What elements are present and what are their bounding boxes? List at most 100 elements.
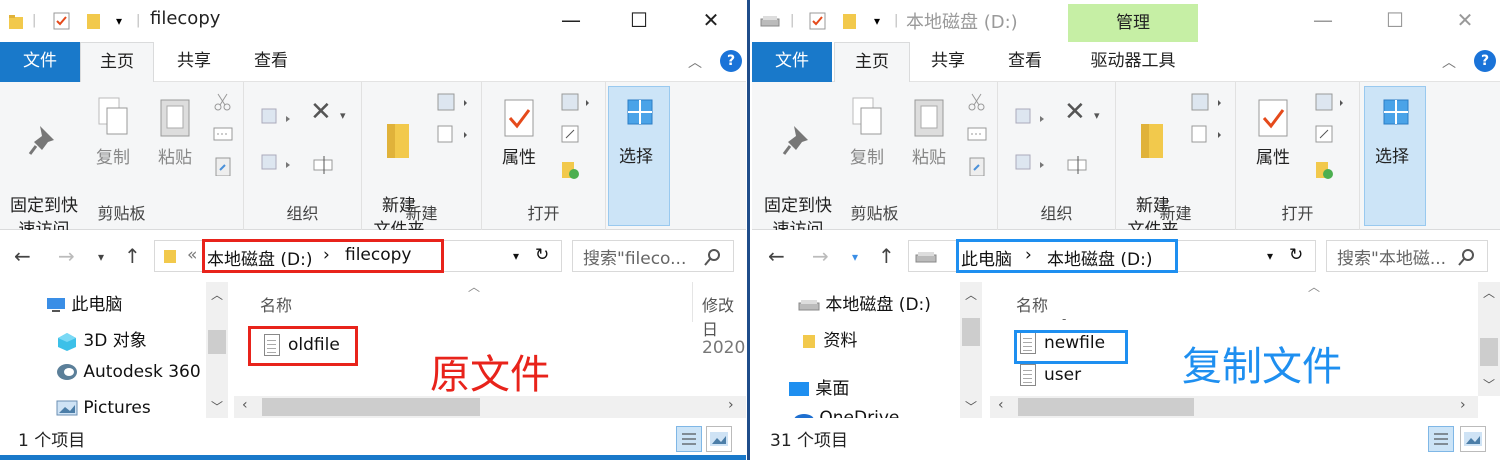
quick-access-dropdown-icon[interactable]: ▾ <box>874 11 880 31</box>
tab-home[interactable]: 主页 <box>834 42 910 83</box>
tab-home[interactable]: 主页 <box>80 42 154 83</box>
delete-icon[interactable]: ✕ <box>310 99 332 125</box>
column-header-name[interactable]: 名称 <box>1016 292 1048 316</box>
rename-icon[interactable] <box>312 154 336 174</box>
tab-share[interactable]: 共享 <box>158 42 230 82</box>
nav-item-local-disk[interactable]: 本地磁盘 (D:) <box>798 290 931 315</box>
scroll-left-icon[interactable]: ‹ <box>998 397 1004 413</box>
scroll-thumb[interactable] <box>1018 398 1194 416</box>
column-header-modified[interactable]: 修改日 <box>702 292 746 340</box>
help-button[interactable]: ? <box>1474 50 1496 72</box>
edit-icon[interactable] <box>560 124 582 144</box>
open-icon[interactable] <box>1314 92 1348 112</box>
minimize-button[interactable]: — <box>548 0 594 42</box>
scroll-up-icon[interactable]: ︿ <box>211 286 223 303</box>
nav-item-3d-objects[interactable]: 3D 对象 <box>56 326 147 351</box>
recent-dropdown-icon[interactable]: ▾ <box>852 250 858 264</box>
paste-shortcut-icon[interactable] <box>212 156 234 176</box>
copy-to-icon[interactable] <box>260 152 296 172</box>
rename-icon[interactable] <box>1066 154 1090 174</box>
refresh-icon[interactable]: ↻ <box>1289 245 1303 265</box>
back-icon[interactable]: ← <box>768 244 785 268</box>
scroll-thumb[interactable] <box>962 318 980 346</box>
forward-icon[interactable]: → <box>58 244 75 268</box>
properties-quick-icon[interactable] <box>52 11 72 31</box>
nav-scrollbar[interactable]: ︿ ﹀ <box>206 282 228 418</box>
delete-dropdown-icon[interactable]: ▾ <box>340 104 346 128</box>
address-dropdown-icon[interactable]: ▾ <box>1267 249 1273 263</box>
tab-file[interactable]: 文件 <box>752 42 832 82</box>
breadcrumb-overflow[interactable]: « <box>187 245 197 265</box>
nav-scrollbar[interactable]: ︿ ﹀ <box>960 282 982 418</box>
easy-access-icon[interactable] <box>1190 124 1224 144</box>
paste-shortcut-icon[interactable] <box>966 156 988 176</box>
tab-drive-tools[interactable]: 驱动器工具 <box>1068 42 1198 82</box>
tab-view[interactable]: 查看 <box>988 42 1062 82</box>
new-item-icon[interactable] <box>436 92 470 112</box>
list-scrollbar[interactable]: ︿ ﹀ <box>1478 282 1500 396</box>
help-button[interactable]: ? <box>720 50 742 72</box>
up-icon[interactable]: ↑ <box>124 244 141 268</box>
list-item-partial[interactable]: - <box>1062 312 1066 326</box>
scroll-thumb[interactable] <box>1480 338 1498 366</box>
address-dropdown-icon[interactable]: ▾ <box>513 249 519 263</box>
close-button[interactable]: ✕ <box>688 0 734 42</box>
list-item[interactable]: user <box>1020 364 1081 386</box>
history-icon[interactable] <box>1314 160 1336 180</box>
select-button[interactable]: 选择 <box>1364 86 1426 226</box>
maximize-button[interactable]: ☐ <box>616 0 662 42</box>
easy-access-icon[interactable] <box>436 124 470 144</box>
collapse-ribbon-icon[interactable]: ︿ <box>688 52 702 72</box>
scroll-down-icon[interactable]: ﹀ <box>965 398 977 415</box>
delete-dropdown-icon[interactable]: ▾ <box>1094 104 1100 128</box>
select-button[interactable]: 选择 <box>608 86 670 226</box>
copy-button[interactable]: 复制 <box>842 96 892 170</box>
large-icons-view-button[interactable] <box>706 426 732 452</box>
nav-item-pictures[interactable]: Pictures <box>56 398 151 418</box>
nav-item-autodesk[interactable]: Autodesk 360 <box>56 362 201 382</box>
horizontal-scrollbar[interactable]: ‹ › <box>990 396 1478 418</box>
history-icon[interactable] <box>560 160 582 180</box>
minimize-button[interactable]: — <box>1300 0 1346 42</box>
collapse-ribbon-icon[interactable]: ︿ <box>1442 52 1456 72</box>
new-item-icon[interactable] <box>1190 92 1224 112</box>
move-to-icon[interactable] <box>1014 106 1050 126</box>
scroll-left-icon[interactable]: ‹ <box>242 397 248 413</box>
scroll-down-icon[interactable]: ﹀ <box>1483 376 1495 393</box>
cut-icon[interactable] <box>212 92 234 112</box>
new-folder-quick-icon[interactable] <box>842 11 858 31</box>
properties-quick-icon[interactable] <box>808 11 828 31</box>
open-icon[interactable] <box>560 92 594 112</box>
properties-button[interactable]: 属性 <box>1246 96 1300 170</box>
details-view-button[interactable] <box>676 426 702 452</box>
properties-button[interactable]: 属性 <box>492 96 546 170</box>
new-folder-quick-icon[interactable] <box>86 11 102 31</box>
move-to-icon[interactable] <box>260 106 296 126</box>
tab-view[interactable]: 查看 <box>234 42 308 82</box>
nav-item-this-pc[interactable]: 此电脑 <box>46 290 122 315</box>
nav-item-materials[interactable]: 资料 <box>802 326 857 351</box>
details-view-button[interactable] <box>1428 426 1454 452</box>
close-button[interactable]: ✕ <box>1442 0 1488 42</box>
scroll-right-icon[interactable]: › <box>728 397 734 413</box>
delete-icon[interactable]: ✕ <box>1064 99 1086 125</box>
recent-dropdown-icon[interactable]: ▾ <box>98 250 104 264</box>
forward-icon[interactable]: → <box>812 244 829 268</box>
copy-to-icon[interactable] <box>1014 152 1050 172</box>
back-icon[interactable]: ← <box>14 244 31 268</box>
maximize-button[interactable]: ☐ <box>1372 0 1418 42</box>
copy-button[interactable]: 复制 <box>88 96 138 170</box>
paste-button[interactable]: 粘贴 <box>150 96 200 170</box>
copy-path-icon[interactable] <box>966 124 988 144</box>
tab-share[interactable]: 共享 <box>912 42 984 82</box>
refresh-icon[interactable]: ↻ <box>535 245 549 265</box>
scroll-thumb[interactable] <box>262 398 480 416</box>
tab-file[interactable]: 文件 <box>0 42 80 82</box>
large-icons-view-button[interactable] <box>1460 426 1486 452</box>
up-icon[interactable]: ↑ <box>878 244 895 268</box>
nav-item-desktop[interactable]: 桌面 <box>788 374 849 399</box>
manage-contextual-tab[interactable]: 管理 <box>1068 4 1198 42</box>
scroll-right-icon[interactable]: › <box>1460 397 1466 413</box>
scroll-down-icon[interactable]: ﹀ <box>211 398 223 415</box>
paste-button[interactable]: 粘贴 <box>904 96 954 170</box>
